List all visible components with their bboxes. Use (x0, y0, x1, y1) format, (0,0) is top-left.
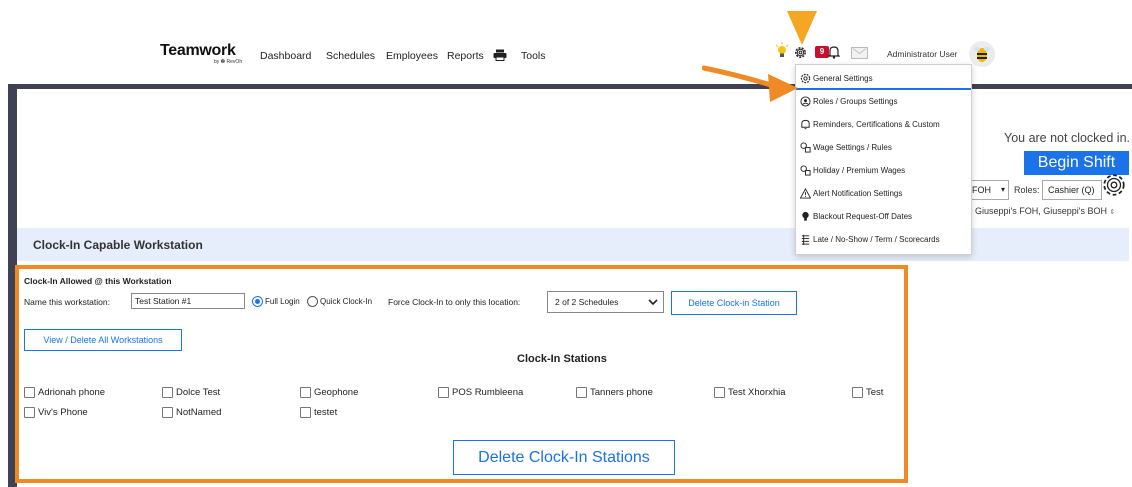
schedule-select-value: 2 of 2 Schedules (555, 297, 619, 307)
printer-icon[interactable] (493, 49, 507, 61)
wage-icon (800, 142, 811, 153)
app-logo[interactable]: Teamwork (160, 42, 236, 60)
menu-item-general-settings[interactable]: General Settings (796, 67, 971, 90)
station-label: Viv's Phone (38, 407, 88, 418)
station-checkbox[interactable] (300, 387, 311, 398)
menu-item-alert-notifications[interactable]: Alert Notification Settings (796, 182, 971, 205)
delete-clock-in-station-button[interactable]: Delete Clock-in Station (671, 291, 797, 315)
nav-schedules[interactable]: Schedules (326, 50, 375, 62)
station-checkbox[interactable] (852, 387, 863, 398)
nav-tools[interactable]: Tools (521, 50, 546, 62)
station-label: testet (314, 407, 338, 418)
section-title: Clock-In Capable Workstation (33, 238, 203, 252)
station-label: Test Xhorxhia (728, 387, 786, 398)
station-label: NotNamed (176, 407, 222, 418)
chevron-down-icon: ▾ (1000, 185, 1005, 194)
menu-item-blackout-dates[interactable]: Blackout Request-Off Dates (796, 205, 971, 228)
location-list-value: c Giuseppi's FOH, Giuseppi's BOH (968, 206, 1107, 216)
scorecard-icon (801, 234, 810, 245)
menu-item-reminders[interactable]: Reminders, Certifications & Custom (796, 113, 971, 136)
clock-in-stations-title: Clock-In Stations (517, 353, 607, 365)
menu-item-scorecards[interactable]: Late / No-Show / Term / Scorecards (796, 228, 971, 251)
menu-item-label: Reminders, Certifications & Custom (813, 120, 940, 129)
menu-item-label: Alert Notification Settings (813, 189, 903, 198)
clock-status-text: You are not clocked in. (1004, 131, 1131, 145)
settings-dropdown-menu: General Settings Roles / Groups Settings… (795, 64, 972, 255)
location-select[interactable]: FOH ▾ (968, 180, 1009, 200)
nav-reports[interactable]: Reports (447, 50, 484, 62)
station-checkbox[interactable] (162, 407, 173, 418)
force-location-label: Force Clock-In to only this location: (388, 297, 521, 307)
user-name[interactable]: Administrator User (887, 49, 957, 59)
menu-item-label: Holiday / Premium Wages (813, 166, 906, 175)
workstation-name-label: Name this workstation: (24, 297, 110, 307)
full-login-radio[interactable] (252, 296, 263, 307)
menu-item-label: Roles / Groups Settings (813, 97, 898, 106)
station-label: Tanners phone (590, 387, 653, 398)
station-label: Test (866, 387, 884, 398)
roles-label: Roles: (1014, 185, 1040, 195)
full-login-label: Full Login (265, 297, 300, 306)
delete-clock-in-stations-button[interactable]: Delete Clock-In Stations (453, 440, 675, 475)
station-checkbox[interactable] (576, 387, 587, 398)
mail-icon[interactable] (851, 47, 868, 59)
station-checkbox[interactable] (438, 387, 449, 398)
station-label: Geophone (314, 387, 359, 398)
annotation-arrow-down (787, 11, 817, 45)
quick-clock-label: Quick Clock-In (320, 297, 373, 306)
menu-item-label: General Settings (813, 74, 873, 83)
menu-item-wage-settings[interactable]: Wage Settings / Rules (796, 136, 971, 159)
station-checkbox[interactable] (24, 407, 35, 418)
gear-icon[interactable] (793, 45, 808, 60)
roles-select-value: Cashier (Q) (1048, 185, 1095, 195)
menu-item-label: Late / No-Show / Term / Scorecards (813, 235, 940, 244)
chevron-down-icon (648, 299, 658, 306)
workstation-name-input[interactable] (131, 293, 245, 309)
menu-item-holiday-wages[interactable]: Holiday / Premium Wages (796, 159, 971, 182)
location-select-value: FOH (972, 185, 991, 195)
holiday-icon (800, 165, 811, 176)
bell-icon (801, 119, 810, 130)
station-checkbox[interactable] (300, 407, 311, 418)
cog-outline-icon[interactable] (1101, 172, 1127, 198)
station-checkbox[interactable] (714, 387, 725, 398)
nav-dashboard[interactable]: Dashboard (260, 50, 311, 62)
clock-in-allowed-label: Clock-In Allowed @ this Workstation (24, 276, 172, 286)
warning-icon (800, 188, 811, 199)
annotation-arrow-curved (702, 65, 798, 102)
station-label: Dolce Test (176, 387, 221, 398)
bulb-icon (802, 211, 809, 221)
station-checkbox[interactable] (24, 387, 35, 398)
logo-subtitle: by ❷ RevOh (214, 59, 243, 65)
view-delete-workstations-button[interactable]: View / Delete All Workstations (24, 329, 182, 351)
bee-avatar-icon[interactable] (969, 41, 995, 67)
menu-item-label: Wage Settings / Rules (813, 143, 892, 152)
station-label: Adrionah phone (38, 387, 106, 398)
menu-item-roles-groups[interactable]: Roles / Groups Settings (796, 90, 971, 113)
station-checkbox[interactable] (162, 387, 173, 398)
station-label: POS Rumbleena (452, 387, 524, 398)
schedule-select[interactable]: 2 of 2 Schedules (547, 291, 664, 313)
location-list-text: c Giuseppi's FOH, Giuseppi's BOH ⇕ (968, 206, 1115, 216)
nav-employees[interactable]: Employees (386, 50, 438, 62)
notification-badge[interactable]: 9 (815, 46, 829, 58)
roles-select[interactable]: Cashier (Q) (1042, 180, 1102, 200)
bell-icon[interactable] (828, 45, 840, 59)
quick-clock-radio[interactable] (307, 296, 318, 307)
spinner-arrows-icon[interactable]: ⇕ (1110, 209, 1116, 216)
menu-item-label: Blackout Request-Off Dates (813, 212, 913, 221)
